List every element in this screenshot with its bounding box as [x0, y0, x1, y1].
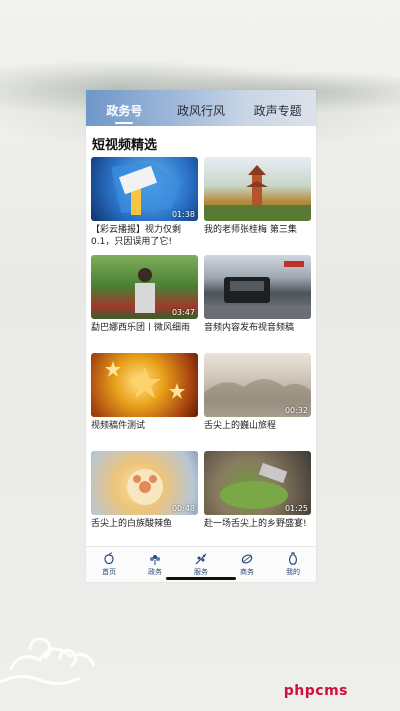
video-duration: 01:25	[284, 504, 308, 513]
video-grid: 01:38 【彩云播报】视力仅剩0.1，只因误用了它! 我的老师张桂梅 第三集	[86, 157, 316, 582]
video-title: 舌尖上的巍山旅程	[204, 421, 277, 431]
nav-label: 首页	[102, 568, 116, 576]
video-card[interactable]: 00:32 舌尖上的巍山旅程	[204, 353, 311, 444]
nav-item-profile[interactable]: 我的	[270, 547, 316, 582]
peach-icon	[104, 552, 114, 565]
video-thumbnail[interactable]: 00:32	[204, 353, 311, 417]
flower-icon	[150, 555, 160, 565]
video-title: 赴一场舌尖上的乡野盛宴!	[204, 519, 307, 529]
video-card[interactable]: 00:48 舌尖上的白族酸辣鱼	[91, 451, 198, 542]
video-duration: 00:48	[171, 504, 195, 513]
stars-illustration-icon	[105, 361, 185, 399]
video-thumbnail[interactable]	[204, 255, 311, 319]
video-card[interactable]: 01:25 赴一场舌尖上的乡野盛宴!	[204, 451, 311, 542]
bottom-nav-bar: 首页 政务 服务 商务 我的	[86, 546, 316, 582]
video-title: 视频稿件测试	[91, 421, 146, 431]
video-duration: 01:38	[171, 210, 195, 219]
video-card[interactable]: 我的老师张桂梅 第三集	[204, 157, 311, 248]
nav-label: 服务	[194, 568, 208, 576]
video-title: 【彩云播报】视力仅剩0.1，只因误用了它!	[91, 225, 182, 247]
video-card[interactable]: 03:47 勐巴娜西乐团丨微风细雨	[91, 255, 198, 346]
tab-zhengfeng-hangfeng[interactable]: 政风行风	[163, 102, 240, 126]
video-thumbnail[interactable]	[91, 353, 198, 417]
video-duration: 00:32	[284, 406, 308, 415]
app-screen: 政务号 政风行风 政声专题 短视频精选 01:38 【彩云播报】视力仅剩0.1，…	[86, 90, 316, 582]
section-title: 短视频精选	[92, 138, 158, 153]
branch-icon	[195, 553, 207, 565]
video-title: 我的老师张桂梅 第三集	[204, 225, 297, 235]
video-card[interactable]: 01:38 【彩云播报】视力仅剩0.1，只因误用了它!	[91, 157, 198, 248]
video-thumbnail[interactable]	[204, 157, 311, 221]
pagoda-illustration-icon	[204, 165, 311, 221]
tab-zhengsheng-zhuanti[interactable]: 政声专题	[239, 102, 316, 126]
video-thumbnail[interactable]: 03:47	[91, 255, 198, 319]
video-title: 勐巴娜西乐团丨微风细雨	[91, 323, 191, 333]
video-title: 舌尖上的白族酸辣鱼	[91, 519, 173, 529]
nav-label: 我的	[286, 568, 300, 576]
vase-icon	[289, 552, 297, 565]
nav-item-home[interactable]: 首页	[86, 547, 132, 582]
video-thumbnail[interactable]: 00:48	[91, 451, 198, 515]
video-thumbnail[interactable]: 01:25	[204, 451, 311, 515]
cloud-pattern-icon	[0, 637, 96, 685]
tab-zhengwuhao[interactable]: 政务号	[86, 102, 163, 126]
top-tab-bar: 政务号 政风行风 政声专题	[86, 90, 316, 126]
car-illustration-icon	[204, 261, 311, 319]
video-card[interactable]: 音频内容发布视音频稿	[204, 255, 311, 346]
video-card[interactable]: 视频稿件测试	[91, 353, 198, 444]
nav-label: 商务	[240, 568, 254, 576]
video-thumbnail[interactable]: 01:38	[91, 157, 198, 221]
video-duration: 03:47	[171, 308, 195, 317]
leaf-icon	[241, 554, 253, 564]
video-title: 音频内容发布视音频稿	[204, 323, 295, 333]
nav-label: 政务	[148, 568, 162, 576]
home-indicator	[166, 577, 236, 580]
site-watermark: phpcms	[283, 683, 348, 699]
